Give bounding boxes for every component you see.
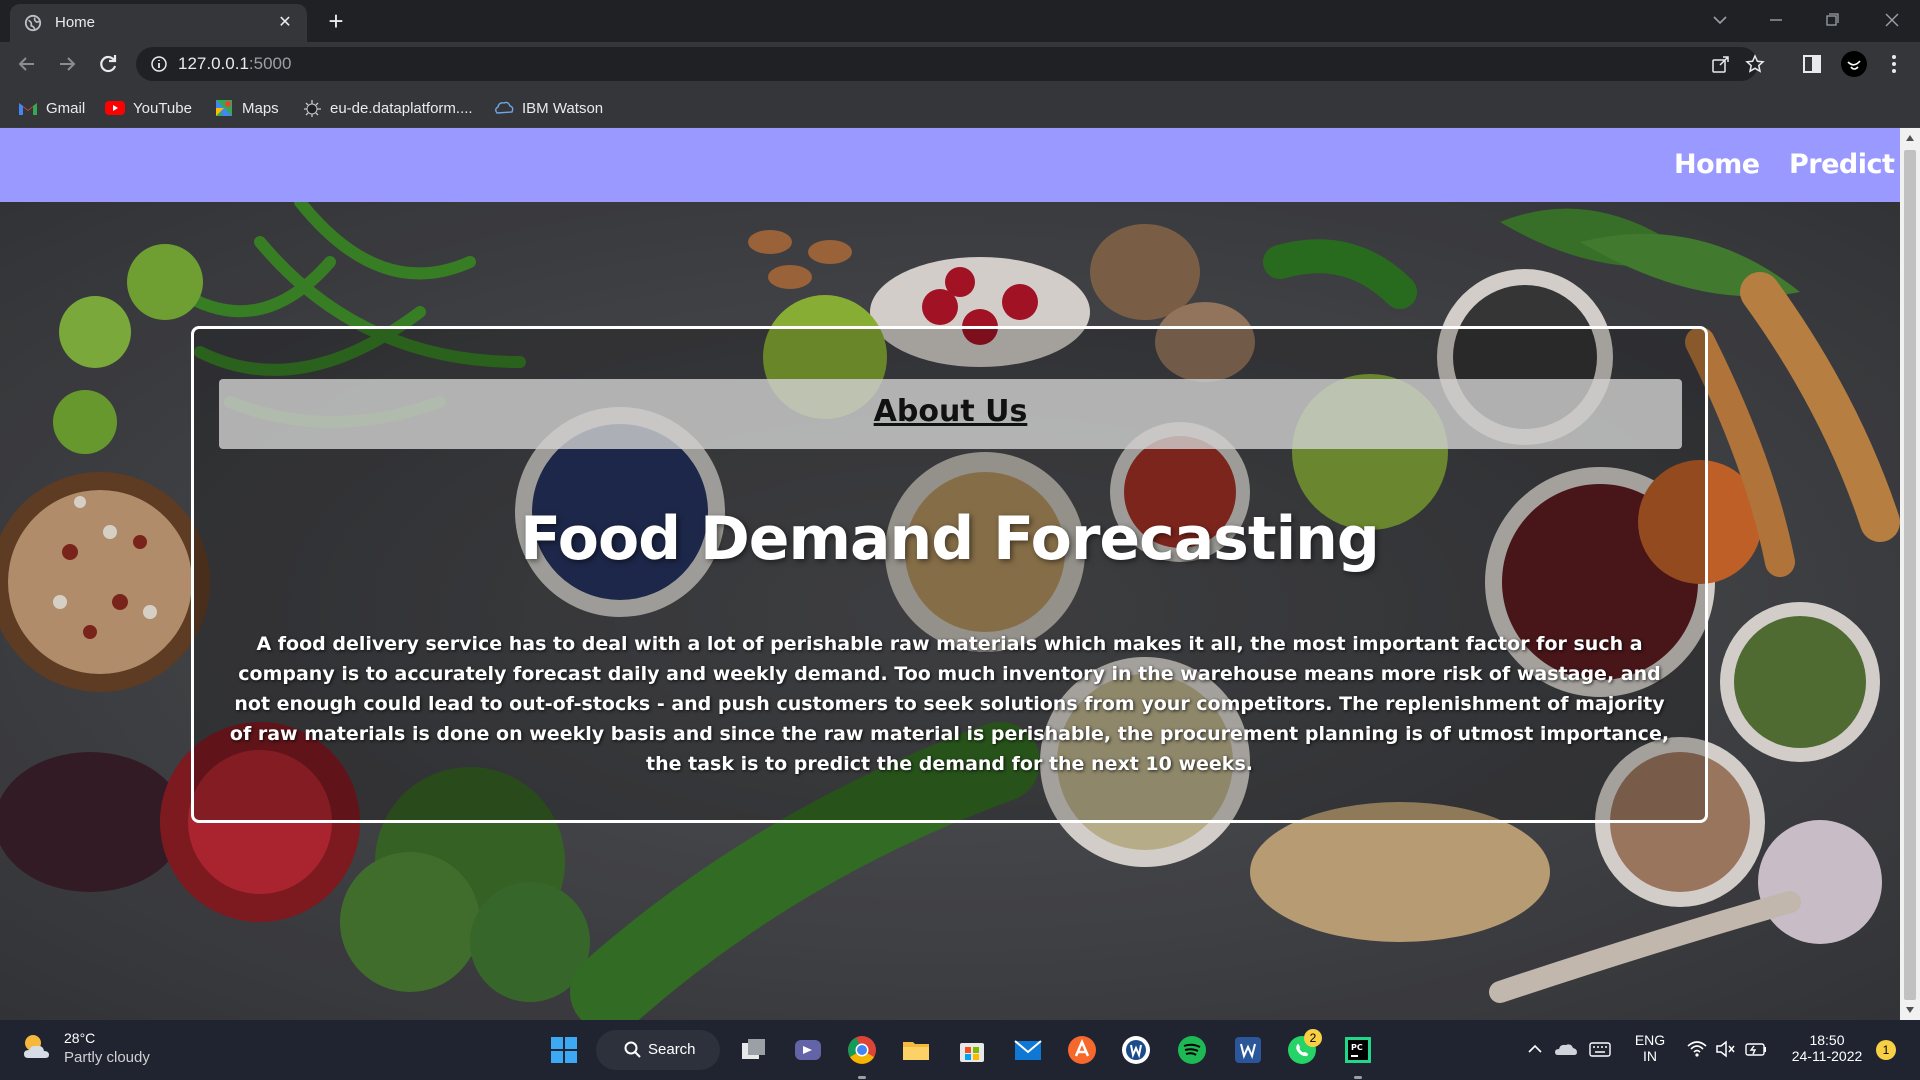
onedrive-icon[interactable] <box>1554 1038 1578 1060</box>
scrollbar-thumb[interactable] <box>1904 150 1916 1000</box>
youtube-icon <box>105 101 125 115</box>
menu-kebab-icon[interactable] <box>1882 52 1906 76</box>
back-icon[interactable] <box>12 49 42 79</box>
bookmark-label: Maps <box>242 99 279 117</box>
profile-avatar-icon[interactable] <box>1840 50 1868 78</box>
weather-temperature: 28°C <box>64 1030 96 1046</box>
bookmark-gmail[interactable]: Gmail <box>18 97 85 119</box>
reload-icon[interactable] <box>93 49 123 79</box>
microsoft-store-icon[interactable] <box>956 1034 988 1066</box>
word-icon[interactable] <box>1232 1034 1264 1066</box>
scroll-down-icon[interactable] <box>1905 1006 1915 1014</box>
svg-text:PC: PC <box>1351 1043 1363 1052</box>
volume-muted-icon[interactable] <box>1714 1038 1736 1060</box>
partly-cloudy-icon <box>24 1035 49 1058</box>
search-icon <box>624 1041 641 1058</box>
browser-toolbar: 127.0.0.1:5000 <box>0 42 1920 87</box>
dataplatform-icon <box>304 100 321 117</box>
language-line1: ENG <box>1634 1032 1666 1048</box>
taskbar-search[interactable]: Search <box>596 1030 720 1070</box>
gmail-icon <box>19 103 37 115</box>
close-window-icon[interactable] <box>1880 8 1904 32</box>
web-page: Home Predict About Us Food Demand Foreca… <box>0 128 1900 1020</box>
address-bar[interactable]: 127.0.0.1:5000 <box>136 47 1765 81</box>
bookmark-maps[interactable]: Maps <box>214 97 279 119</box>
show-hidden-icons-chevron[interactable] <box>1526 1040 1544 1058</box>
clock-time: 18:50 <box>1809 1032 1845 1048</box>
bookmark-label: YouTube <box>133 99 192 117</box>
search-label: Search <box>648 1041 696 1058</box>
bookmark-dataplatform[interactable]: eu-de.dataplatform.... <box>302 97 473 119</box>
chrome-running-indicator <box>858 1076 866 1079</box>
tab-home[interactable]: Home ✕ <box>10 4 307 42</box>
side-panel-icon[interactable] <box>1800 52 1824 76</box>
language-line2: IN <box>1643 1048 1657 1064</box>
page-scrollbar[interactable] <box>1900 128 1920 1020</box>
mail-icon[interactable] <box>1012 1034 1044 1066</box>
language-indicator[interactable]: ENG IN <box>1630 1032 1670 1064</box>
scroll-up-icon[interactable] <box>1905 134 1915 142</box>
ibm-watson-icon <box>495 101 514 114</box>
word-app-icon[interactable] <box>1120 1034 1152 1066</box>
close-tab-icon[interactable]: ✕ <box>275 12 295 32</box>
tab-search-icon[interactable] <box>1708 8 1732 32</box>
tab-strip: Home ✕ + <box>0 0 1920 42</box>
notification-badge[interactable]: 1 <box>1876 1040 1896 1060</box>
weather-widget[interactable]: 28°C Partly cloudy <box>20 1030 150 1066</box>
wifi-icon[interactable] <box>1686 1038 1708 1060</box>
restore-icon[interactable] <box>1820 8 1844 32</box>
globe-icon <box>24 14 42 32</box>
nav-home-link[interactable]: Home <box>1674 149 1760 180</box>
clock-date: 24-11-2022 <box>1791 1048 1863 1064</box>
teams-chat-icon[interactable] <box>792 1034 824 1066</box>
browser-window: Home ✕ + 127.0.0.1:5000 Gmail YouTube Ma… <box>0 0 1920 1080</box>
windows-taskbar: 28°C Partly cloudy Search 2 PC ENG IN 18… <box>0 1020 1920 1080</box>
about-us-heading: About Us <box>873 394 1028 429</box>
about-panel: About Us Food Demand Forecasting A food … <box>191 326 1708 823</box>
url-text[interactable]: 127.0.0.1:5000 <box>178 54 291 74</box>
bookmark-youtube[interactable]: YouTube <box>105 97 192 119</box>
site-navbar: Home Predict <box>0 128 1900 202</box>
windows-start-icon[interactable] <box>548 1034 580 1066</box>
bookmark-label: Gmail <box>46 99 86 117</box>
share-icon[interactable] <box>1710 53 1732 75</box>
bookmark-star-icon[interactable] <box>1744 53 1766 75</box>
site-info-icon[interactable] <box>150 55 168 73</box>
minimize-icon[interactable] <box>1764 8 1788 32</box>
new-tab-button[interactable]: + <box>322 8 350 36</box>
weather-condition: Partly cloudy <box>64 1049 150 1066</box>
bookmark-ibm-watson[interactable]: IBM Watson <box>494 97 603 119</box>
pycharm-icon[interactable]: PC <box>1342 1034 1374 1066</box>
whatsapp-badge: 2 <box>1304 1029 1322 1047</box>
url-host: 127.0.0.1 <box>178 54 249 73</box>
bookmarks-bar: Gmail YouTube Maps eu-de.dataplatform...… <box>0 87 1920 128</box>
pycharm-running-indicator <box>1354 1076 1362 1079</box>
avast-icon[interactable] <box>1066 1034 1098 1066</box>
task-view-icon[interactable] <box>738 1034 770 1066</box>
nav-predict-link[interactable]: Predict <box>1789 149 1895 180</box>
forward-icon[interactable] <box>52 49 82 79</box>
chrome-icon[interactable] <box>846 1034 878 1066</box>
file-explorer-icon[interactable] <box>900 1034 932 1066</box>
tab-title: Home <box>55 14 96 31</box>
url-port: :5000 <box>248 54 292 73</box>
maps-icon <box>216 100 232 116</box>
about-heading-bar: About Us <box>219 379 1682 449</box>
page-title: Food Demand Forecasting <box>520 504 1380 574</box>
keyboard-icon[interactable] <box>1588 1038 1612 1060</box>
hero-section: About Us Food Demand Forecasting A food … <box>0 202 1900 1020</box>
description-text: A food delivery service has to deal with… <box>229 633 1670 775</box>
battery-icon[interactable] <box>1744 1038 1768 1060</box>
bookmark-label: IBM Watson <box>522 99 604 117</box>
spotify-icon[interactable] <box>1176 1034 1208 1066</box>
clock[interactable]: 18:50 24-11-2022 <box>1782 1032 1872 1064</box>
bookmark-label: eu-de.dataplatform.... <box>330 99 473 117</box>
